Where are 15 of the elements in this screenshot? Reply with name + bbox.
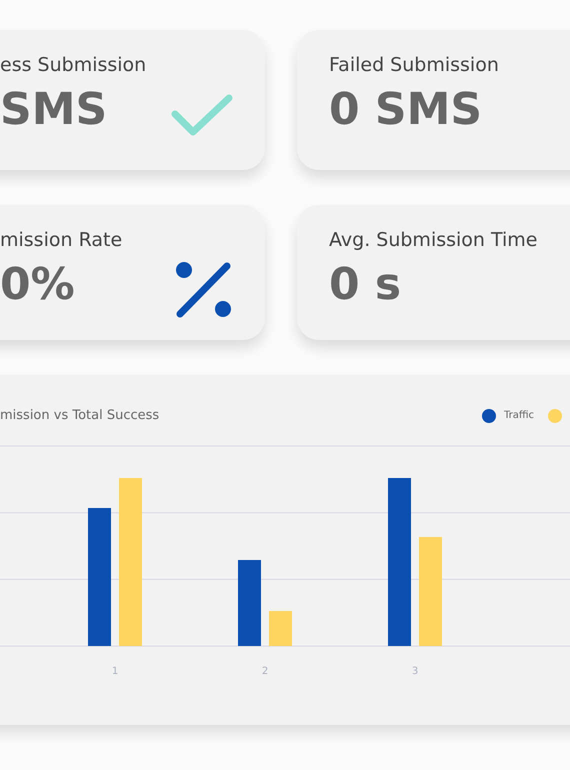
stat-label: Failed Submission (329, 53, 499, 78)
stat-label: ess Submission (0, 53, 146, 78)
chart-title: mission vs Total Success (0, 408, 160, 423)
stat-value: 0% (0, 258, 76, 312)
stat-value: 0 s (329, 258, 402, 312)
stat-value: SMS (0, 83, 108, 137)
stat-label: Avg. Submission Time (329, 228, 538, 253)
checkmark-icon (171, 94, 233, 138)
x-axis-label: 1 (112, 666, 118, 677)
legend-label: Traffic (504, 410, 534, 421)
stat-label: mission Rate (0, 228, 122, 253)
percent-icon (175, 261, 233, 319)
stat-value: 0 SMS (329, 83, 484, 137)
x-axis-label: 2 (262, 666, 268, 677)
x-axis-label: 3 (412, 666, 418, 677)
